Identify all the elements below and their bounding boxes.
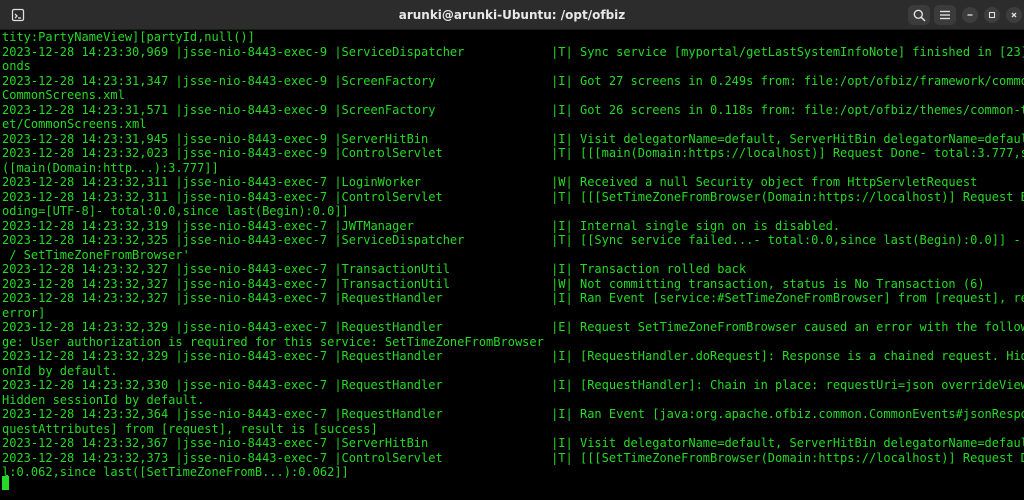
- terminal-line: 2023-12-28 14:23:31,347 |jsse-nio-8443-e…: [2, 73, 1024, 88]
- terminal-line: l:0.062,since last([SetTimeZoneFromB...)…: [2, 465, 349, 479]
- terminal-line: 2023-12-28 14:23:32,325 |jsse-nio-8443-e…: [2, 233, 1024, 247]
- minimize-icon[interactable]: [962, 7, 978, 23]
- terminal-line: error]: [2, 305, 46, 320]
- terminal-line: onds: [2, 59, 31, 73]
- titlebar: arunki@arunki-Ubuntu: /opt/ofbiz: [0, 0, 1024, 30]
- terminal-line: 2023-12-28 14:23:32,373 |jsse-nio-8443-e…: [2, 450, 1024, 465]
- terminal-line: 2023-12-28 14:23:32,311 |jsse-nio-8443-e…: [2, 175, 978, 189]
- terminal-cursor: [2, 476, 9, 490]
- terminal-line: 2023-12-28 14:23:32,329 |jsse-nio-8443-e…: [2, 320, 1024, 334]
- terminal-line: ([main(Domain:http...):3.777]]: [2, 160, 219, 175]
- maximize-icon[interactable]: [984, 7, 1000, 23]
- terminal-line: 2023-12-28 14:23:32,327 |jsse-nio-8443-e…: [2, 291, 1024, 305]
- terminal-line: 2023-12-28 14:23:32,327 |jsse-nio-8443-e…: [2, 262, 747, 276]
- terminal-line: 2023-12-28 14:23:32,023 |jsse-nio-8443-e…: [2, 146, 1024, 160]
- terminal-line: 2023-12-28 14:23:32,329 |jsse-nio-8443-e…: [2, 349, 1024, 363]
- terminal-line: tity:PartyNameView][partyId,null()]: [2, 30, 255, 44]
- terminal-output[interactable]: tity:PartyNameView][partyId,null()] 2023…: [0, 30, 1024, 500]
- terminal-line: 2023-12-28 14:23:32,364 |jsse-nio-8443-e…: [2, 407, 1024, 421]
- terminal-line: / SetTimeZoneFromBrowser': [2, 247, 190, 262]
- window-title: arunki@arunki-Ubuntu: /opt/ofbiz: [398, 8, 626, 22]
- terminal-line: onId by default.: [2, 363, 118, 378]
- terminal-line: 2023-12-28 14:23:31,945 |jsse-nio-8443-e…: [2, 131, 1024, 146]
- terminal-line: ge: User authorization is required for t…: [2, 334, 544, 349]
- terminal-line: 2023-12-28 14:23:32,367 |jsse-nio-8443-e…: [2, 436, 1024, 450]
- terminal-line: 2023-12-28 14:23:32,327 |jsse-nio-8443-e…: [2, 276, 985, 291]
- terminal-line: CommonScreens.xml: [2, 88, 125, 102]
- terminal-line: 2023-12-28 14:23:30,969 |jsse-nio-8443-e…: [2, 44, 1024, 59]
- terminal-line: 2023-12-28 14:23:31,571 |jsse-nio-8443-e…: [2, 102, 1024, 117]
- terminal-line: et/CommonScreens.xml: [2, 117, 147, 131]
- terminal-line: questAttributes] from [request], result …: [2, 421, 378, 436]
- terminal-line: 2023-12-28 14:23:32,330 |jsse-nio-8443-e…: [2, 378, 1024, 392]
- terminal-window: arunki@arunki-Ubuntu: /opt/ofbiz tity:Pa…: [0, 0, 1024, 500]
- close-icon[interactable]: [1006, 7, 1022, 23]
- hamburger-menu-icon[interactable]: [934, 5, 956, 25]
- terminal-line: oding=[UTF-8]- total:0.0,since last(Begi…: [2, 204, 349, 218]
- terminal-line: Hidden sessionId by default.: [2, 392, 205, 407]
- terminal-line: 2023-12-28 14:23:32,311 |jsse-nio-8443-e…: [2, 189, 1024, 204]
- terminal-line: 2023-12-28 14:23:32,319 |jsse-nio-8443-e…: [2, 218, 841, 233]
- search-icon[interactable]: [908, 5, 930, 25]
- terminal-new-tab-icon[interactable]: [7, 5, 29, 25]
